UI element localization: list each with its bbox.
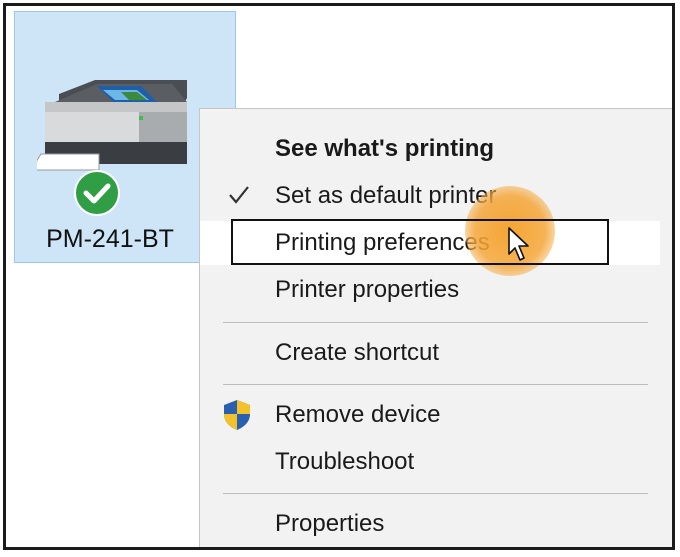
menu-item-label: Create shortcut (275, 339, 440, 366)
checkmark-icon (229, 186, 249, 204)
menu-item-label: Properties (275, 510, 385, 537)
menu-item-label: Troubleshoot (275, 448, 415, 475)
printer-name-label: PM-241-BT (46, 225, 174, 253)
menu-separator (223, 322, 648, 323)
printer-icon (37, 80, 187, 171)
menu-separator (223, 493, 648, 494)
menu-item-printing-preferences[interactable]: Printing preferences (200, 221, 660, 265)
menu-item-properties[interactable]: Properties (200, 502, 660, 546)
menu-item-label: Set as default printer (275, 182, 497, 209)
menu-item-create-shortcut[interactable]: Create shortcut (200, 331, 660, 375)
menu-item-label: See what's printing (275, 135, 495, 162)
menu-item-see-whats-printing[interactable]: See what's printing (200, 127, 660, 171)
default-check-icon (74, 170, 120, 216)
menu-item-set-default-printer[interactable]: Set as default printer (200, 174, 660, 218)
menu-item-label: Remove device (275, 401, 441, 428)
menu-separator (223, 384, 648, 385)
menu-item-label: Printing preferences (275, 229, 490, 256)
uac-shield-icon (224, 400, 250, 430)
menu-item-label: Printer properties (275, 276, 460, 303)
context-menu: See what's printing Set as default print… (199, 108, 672, 547)
menu-item-troubleshoot[interactable]: Troubleshoot (200, 440, 660, 484)
menu-item-remove-device[interactable]: Remove device (200, 393, 660, 437)
screenshot-frame: PM-241-BT See what's printing Set as def… (3, 3, 675, 550)
menu-item-printer-properties[interactable]: Printer properties (200, 268, 660, 312)
